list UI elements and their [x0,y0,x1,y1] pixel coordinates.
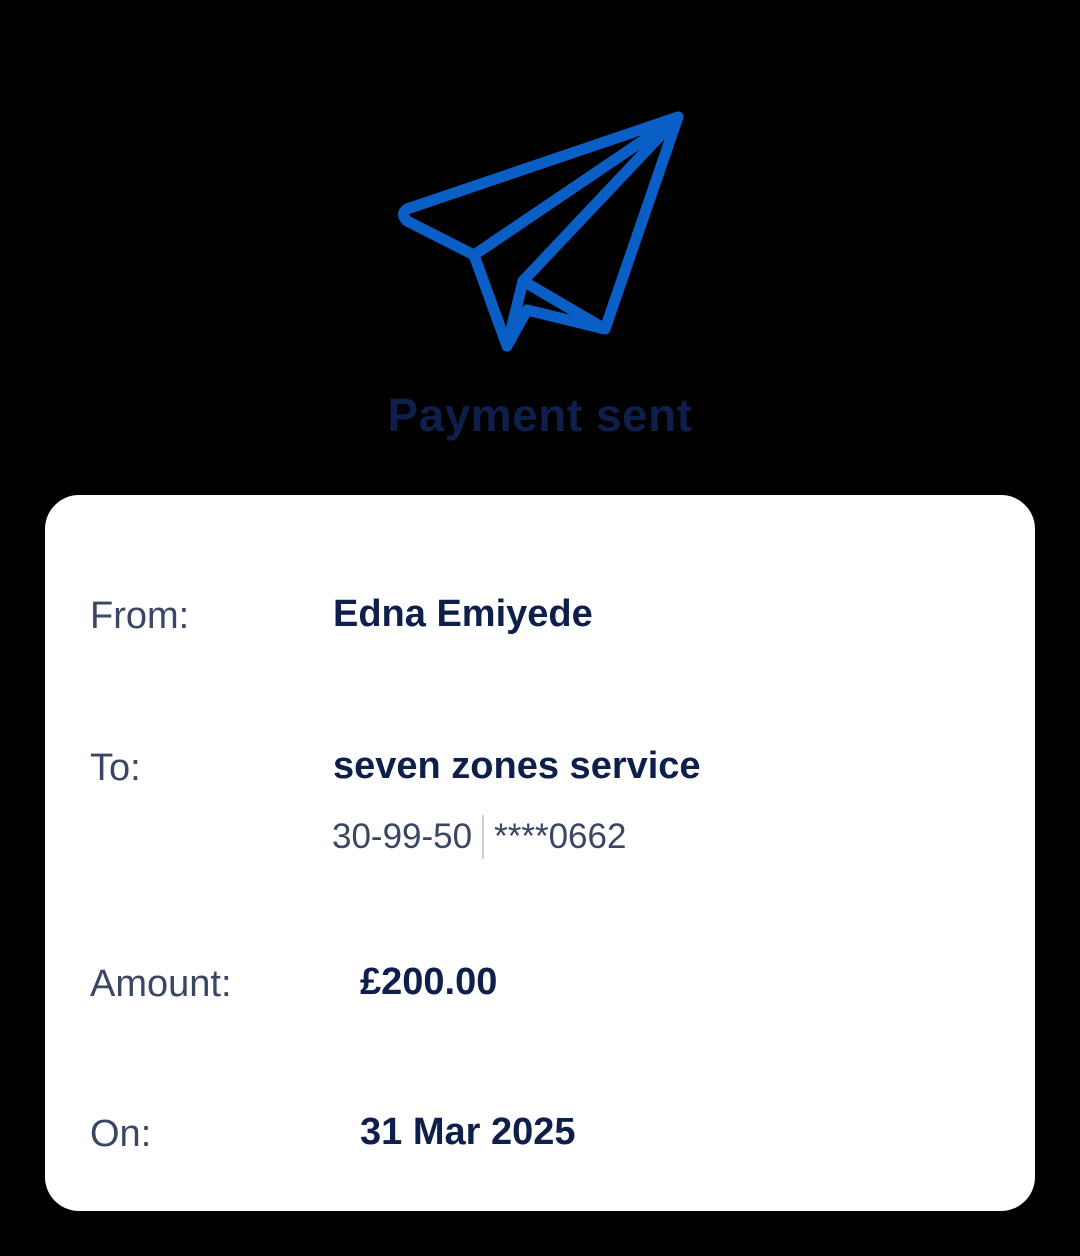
sort-code: 30-99-50 [332,817,473,856]
amount-label: Amount: [90,963,232,1005]
payment-details-card: From: Edna Emiyede To: seven zones servi… [45,495,1035,1211]
account-number: ****0662 [494,817,627,856]
account-divider [482,815,485,859]
date-value: 31 Mar 2025 [360,1111,576,1153]
amount-value: £200.00 [360,961,498,1003]
from-value: Edna Emiyede [333,593,593,635]
page-title: Payment sent [387,389,693,441]
from-label: From: [90,595,190,637]
account-details: 30-99-50 ****0662 [332,815,626,859]
to-label: To: [90,747,141,789]
date-label: On: [90,1113,152,1155]
to-value: seven zones service [333,745,701,787]
paper-plane-icon [390,100,690,360]
